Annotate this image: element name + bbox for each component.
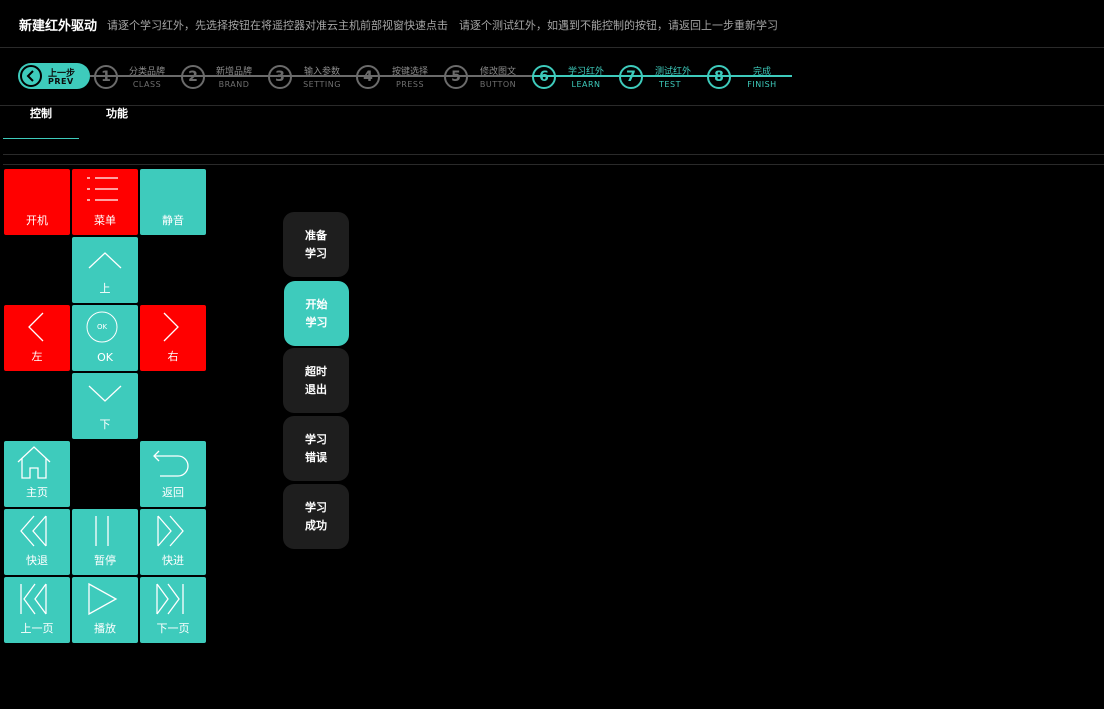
- step-1-label: 分类品牌: [128, 67, 165, 77]
- step-7-sublabel: TEST: [659, 80, 681, 89]
- status-line1: 超时: [305, 364, 327, 378]
- step-6-sublabel: LEARN: [571, 80, 601, 89]
- right-label: 右: [167, 350, 179, 363]
- next-page-button[interactable]: 下一页: [140, 577, 206, 643]
- back-label: 返回: [162, 486, 184, 499]
- chevron-down-icon: [88, 385, 122, 402]
- status-line1: 准备: [305, 228, 327, 242]
- step-2-sublabel: BRAND: [218, 80, 250, 89]
- right-button[interactable]: 右: [140, 305, 206, 371]
- mute-label: 静音: [162, 214, 184, 227]
- status-line2: 错误: [305, 450, 327, 464]
- pause-button[interactable]: 暂停: [72, 509, 138, 575]
- page-header: 新建红外驱动 请逐个学习红外，先选择按钮在将遥控器对准云主机前部视窗快速点击 请…: [0, 0, 1104, 48]
- ok-inner-text: OK: [96, 323, 108, 331]
- home-label: 主页: [26, 486, 48, 499]
- tab-function[interactable]: 功能: [79, 106, 155, 139]
- step-5-label: 修改图文: [479, 67, 516, 77]
- page-title: 新建红外驱动: [19, 19, 98, 34]
- ok-button[interactable]: OK OK: [72, 305, 138, 371]
- step-8-sublabel: FINISH: [747, 80, 777, 89]
- chevron-up-icon: [88, 252, 122, 269]
- back-button[interactable]: 返回: [140, 441, 206, 507]
- status-line2: 退出: [305, 382, 327, 396]
- status-line2: 学习: [305, 246, 327, 260]
- pause-icon: [95, 516, 109, 546]
- home-button[interactable]: 主页: [4, 441, 70, 507]
- skip-back-icon: [20, 583, 47, 615]
- up-label: 上: [99, 282, 111, 295]
- step-3-number: 3: [268, 65, 292, 89]
- power-label: 开机: [26, 214, 48, 227]
- divider: [3, 164, 1104, 165]
- power-button[interactable]: 开机: [4, 169, 70, 235]
- back-arrow-icon: [153, 450, 189, 477]
- status-learn-error[interactable]: 学习 错误: [283, 416, 349, 481]
- pause-label: 暂停: [94, 554, 116, 567]
- chevron-left-icon[interactable]: [20, 65, 42, 87]
- step-4-number: 4: [356, 65, 380, 89]
- skip-forward-icon: [156, 583, 184, 615]
- status-line2: 学习: [305, 315, 328, 329]
- step-4-label: 按键选择: [391, 67, 428, 77]
- menu-icon: [87, 177, 118, 201]
- rewind-icon: [20, 515, 47, 547]
- status-line1: 学习: [305, 432, 327, 446]
- status-line2: 成功: [305, 518, 327, 532]
- step-3-sublabel: SETTING: [303, 80, 341, 89]
- forward-label: 快进: [162, 554, 184, 567]
- ok-label: OK: [97, 351, 113, 364]
- step-6-label: 学习红外: [567, 67, 604, 77]
- step-4-sublabel: PRESS: [395, 80, 425, 89]
- play-label: 播放: [94, 622, 116, 635]
- rewind-label: 快退: [26, 554, 48, 567]
- step-8-label: 完成: [752, 67, 771, 77]
- play-icon: [88, 582, 118, 616]
- step-8-number: 8: [707, 65, 731, 89]
- up-button[interactable]: 上: [72, 237, 138, 303]
- step-3-label: 输入参数: [303, 67, 340, 77]
- rewind-button[interactable]: 快退: [4, 509, 70, 575]
- tab-control[interactable]: 控制: [3, 106, 79, 139]
- status-ready-to-learn[interactable]: 准备 学习: [283, 212, 349, 277]
- prev-step-sublabel[interactable]: PREV: [48, 77, 74, 86]
- play-button[interactable]: 播放: [72, 577, 138, 643]
- status-line1: 学习: [305, 500, 327, 514]
- left-button[interactable]: 左: [4, 305, 70, 371]
- step-1-sublabel: CLASS: [132, 80, 162, 89]
- next-page-label: 下一页: [156, 622, 190, 635]
- step-5-sublabel: BUTTON: [479, 80, 517, 89]
- step-6-number: 6: [532, 65, 556, 89]
- prev-page-button[interactable]: 上一页: [4, 577, 70, 643]
- prev-page-label: 上一页: [20, 622, 54, 635]
- chevron-right-icon: [163, 312, 179, 342]
- tab-bar: 控制 功能: [3, 106, 1104, 155]
- status-timeout-exit[interactable]: 超时 退出: [283, 348, 349, 413]
- fast-forward-icon: [157, 515, 184, 547]
- status-start-learning[interactable]: 开始 学习: [284, 281, 349, 346]
- down-label: 下: [99, 418, 111, 431]
- left-label: 左: [31, 350, 43, 363]
- instruction-text: 请逐个学习红外，先选择按钮在将遥控器对准云主机前部视窗快速点击 请逐个测试红外，…: [107, 19, 778, 32]
- forward-button[interactable]: 快进: [140, 509, 206, 575]
- status-line1: 开始: [305, 297, 328, 311]
- step-7-label: 测试红外: [654, 67, 691, 77]
- mute-button[interactable]: 静音: [140, 169, 206, 235]
- home-icon: [17, 446, 51, 479]
- down-button[interactable]: 下: [72, 373, 138, 439]
- chevron-left-icon: [28, 312, 44, 342]
- menu-label: 菜单: [94, 214, 116, 227]
- menu-button[interactable]: 菜单: [72, 169, 138, 235]
- step-5-number: 5: [444, 65, 468, 89]
- step-2-label: 新增品牌: [215, 67, 252, 77]
- status-learn-success[interactable]: 学习 成功: [283, 484, 349, 549]
